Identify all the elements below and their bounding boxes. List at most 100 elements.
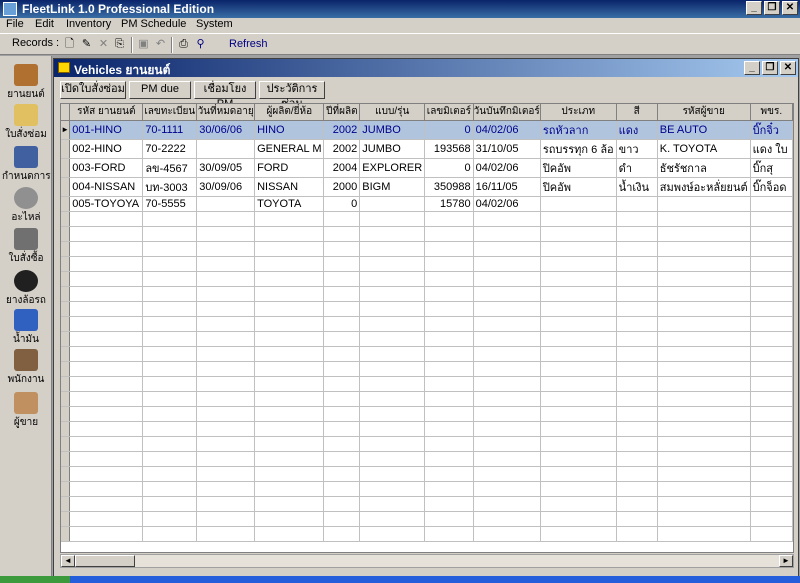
table-row[interactable] [61, 226, 793, 242]
table-cell[interactable] [473, 496, 541, 512]
table-cell[interactable] [142, 211, 198, 227]
table-cell[interactable] [657, 466, 751, 482]
table-cell[interactable] [473, 301, 541, 317]
table-row[interactable] [61, 526, 793, 542]
table-cell[interactable] [424, 496, 474, 512]
table-cell[interactable] [69, 376, 144, 392]
table-cell[interactable] [616, 271, 658, 287]
table-cell[interactable] [750, 526, 793, 542]
table-row[interactable] [61, 376, 793, 392]
table-cell[interactable]: บิ๊กสุ [750, 158, 793, 178]
table-cell[interactable]: 16/11/05 [473, 177, 541, 197]
table-cell[interactable] [473, 226, 541, 242]
scroll-right-arrow-icon[interactable]: ► [779, 555, 793, 567]
sidebar-item-schedule[interactable]: กำหนดการ [2, 146, 51, 184]
table-row[interactable]: ► 001-HINO 70-1111 30/06/06 HINO 2002 JUMBO 0 04… [61, 120, 793, 140]
row-indicator[interactable] [61, 226, 71, 242]
table-cell[interactable]: ดำ [616, 158, 658, 178]
table-cell[interactable] [424, 526, 474, 542]
vehicles-grid[interactable]: รหัส ยานยนต์ เลขทะเบียน วันที่หมดอายุ ผู… [60, 103, 794, 553]
table-cell[interactable] [359, 241, 426, 257]
table-cell[interactable] [359, 331, 426, 347]
table-cell[interactable]: 001-HINO [69, 120, 144, 140]
table-cell[interactable] [69, 256, 144, 272]
table-cell[interactable]: 350988 [424, 177, 474, 197]
table-row[interactable] [61, 286, 793, 302]
repair-history-button[interactable]: ประวัติการซ่อม [259, 81, 325, 110]
table-cell[interactable] [540, 376, 617, 392]
menu-pm-schedule[interactable]: PM Schedule [121, 18, 186, 30]
table-cell[interactable] [323, 526, 361, 542]
table-cell[interactable] [323, 256, 361, 272]
table-cell[interactable] [196, 511, 256, 527]
table-cell[interactable] [142, 256, 198, 272]
table-cell[interactable] [424, 301, 474, 317]
table-cell[interactable] [540, 196, 617, 212]
table-cell[interactable] [196, 376, 256, 392]
table-cell[interactable]: ขาว [616, 139, 658, 159]
table-cell[interactable] [254, 346, 325, 362]
table-cell[interactable] [254, 316, 325, 332]
table-cell[interactable] [616, 511, 658, 527]
menu-system[interactable]: System [196, 18, 233, 30]
table-cell[interactable] [424, 226, 474, 242]
table-cell[interactable] [473, 391, 541, 407]
table-cell[interactable] [142, 436, 198, 452]
table-row[interactable] [61, 301, 793, 317]
sidebar-item-repair-orders[interactable]: ใบสั่งซ่อม [2, 104, 50, 142]
table-cell[interactable] [69, 421, 144, 437]
table-cell[interactable] [657, 376, 751, 392]
table-cell[interactable]: 70-5555 [142, 196, 198, 212]
table-cell[interactable] [359, 406, 426, 422]
table-cell[interactable] [616, 526, 658, 542]
table-cell[interactable] [540, 301, 617, 317]
table-cell[interactable] [657, 211, 751, 227]
row-indicator[interactable] [61, 496, 71, 512]
table-cell[interactable] [424, 271, 474, 287]
table-cell[interactable] [196, 451, 256, 467]
table-cell[interactable] [616, 331, 658, 347]
row-indicator[interactable] [61, 139, 71, 159]
table-cell[interactable] [323, 451, 361, 467]
table-cell[interactable] [616, 481, 658, 497]
horizontal-scrollbar[interactable]: ◄ ► [60, 554, 794, 568]
table-cell[interactable]: 30/09/06 [196, 177, 256, 197]
find-icon[interactable]: ⚲ [194, 38, 207, 51]
table-cell[interactable] [750, 421, 793, 437]
row-indicator[interactable] [61, 316, 71, 332]
row-indicator[interactable] [61, 526, 71, 542]
table-cell[interactable] [657, 481, 751, 497]
table-row[interactable] [61, 451, 793, 467]
table-cell[interactable] [424, 361, 474, 377]
table-cell[interactable] [424, 481, 474, 497]
open-repair-order-button[interactable]: เปิดใบสั่งซ่อม [60, 81, 126, 99]
row-indicator[interactable] [61, 241, 71, 257]
print-icon[interactable]: ⎙ [177, 38, 190, 51]
row-indicator[interactable] [61, 196, 71, 212]
new-icon[interactable]: 🗋 [63, 38, 76, 51]
start-button[interactable] [0, 576, 70, 583]
row-indicator[interactable] [61, 301, 71, 317]
table-row[interactable] [61, 406, 793, 422]
table-cell[interactable] [323, 241, 361, 257]
table-cell[interactable] [473, 211, 541, 227]
table-cell[interactable]: 30/09/05 [196, 158, 256, 178]
table-cell[interactable] [657, 331, 751, 347]
table-cell[interactable] [540, 391, 617, 407]
sidebar-item-vendors[interactable]: ผู้ขาย [2, 392, 50, 430]
table-cell[interactable]: แดง ใบ [750, 139, 793, 159]
table-cell[interactable] [540, 466, 617, 482]
table-cell[interactable] [540, 211, 617, 227]
table-cell[interactable] [254, 256, 325, 272]
table-cell[interactable]: 04/02/06 [473, 196, 541, 212]
refresh-button[interactable]: Refresh [229, 38, 268, 50]
sidebar-item-fuel[interactable]: น้ำมัน [2, 309, 50, 347]
table-cell[interactable] [424, 406, 474, 422]
table-cell[interactable] [142, 331, 198, 347]
table-cell[interactable] [69, 361, 144, 377]
table-cell[interactable] [142, 361, 198, 377]
table-cell[interactable] [196, 139, 256, 159]
table-row[interactable] [61, 511, 793, 527]
row-indicator[interactable] [61, 511, 71, 527]
row-indicator[interactable] [61, 481, 71, 497]
